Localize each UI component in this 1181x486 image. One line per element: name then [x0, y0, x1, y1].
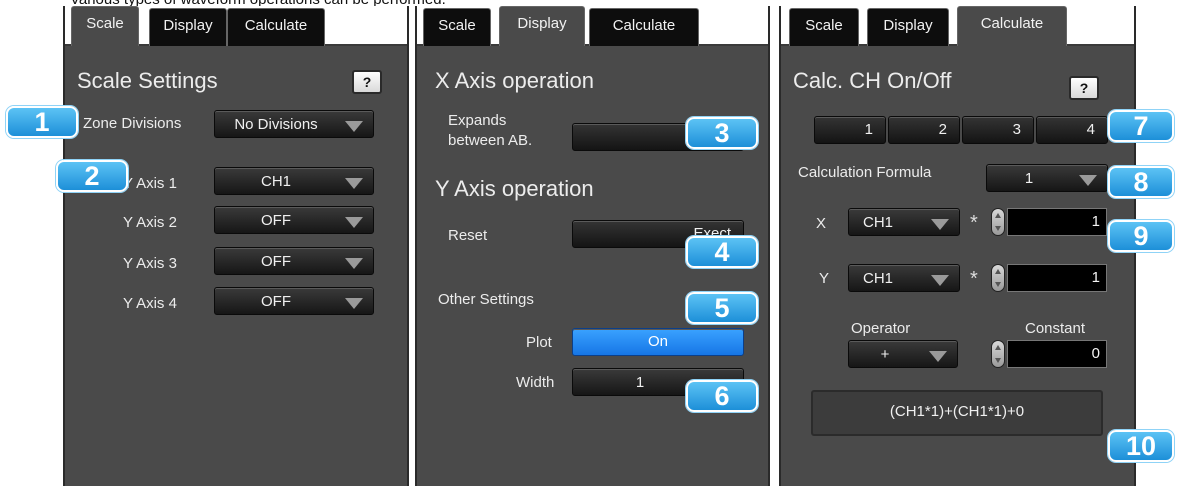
tab-display[interactable]: Display [499, 6, 585, 46]
tab-scale[interactable]: Scale [423, 8, 491, 46]
reset-label: Reset [448, 227, 488, 244]
callout-badge-2: 2 [56, 160, 128, 192]
dropdown-value: CH1 [863, 214, 894, 231]
formula-dropdown[interactable]: 1 [986, 164, 1108, 192]
callout-badge-3: 3 [686, 117, 758, 149]
callout-badge-9: 9 [1108, 220, 1174, 252]
dropdown-value: No Divisions [234, 116, 318, 133]
chevron-down-icon [929, 351, 947, 362]
operator-dropdown[interactable]: + [848, 340, 958, 368]
multiply-icon: * [970, 212, 978, 234]
chevron-down-icon [1079, 175, 1097, 186]
tab-calculate[interactable]: Calculate [957, 6, 1067, 46]
other-settings-label: Other Settings [438, 291, 534, 308]
tab-scale[interactable]: Scale [71, 6, 139, 46]
tab-display[interactable]: Display [149, 8, 227, 46]
y-axis-2-dropdown[interactable]: OFF [214, 206, 374, 234]
tab-display[interactable]: Display [867, 8, 949, 46]
plot-label: Plot [526, 334, 552, 351]
chevron-down-icon [931, 275, 949, 286]
constant-field[interactable]: 0 [1007, 340, 1107, 368]
y-axis-1-label: Y Axis 1 [123, 175, 177, 192]
tab-calculate[interactable]: Calculate [589, 8, 699, 46]
help-button[interactable]: ? [1069, 76, 1099, 100]
x-label: X [816, 215, 827, 232]
expands-label: Expands [448, 112, 507, 129]
y-axis-3-dropdown[interactable]: OFF [214, 247, 374, 275]
chevron-down-icon [345, 298, 363, 309]
dropdown-value: CH1 [863, 270, 894, 287]
x-axis-title: X Axis operation [435, 68, 594, 93]
y-axis-2-label: Y Axis 2 [123, 214, 177, 231]
operator-label: Operator [851, 320, 911, 337]
callout-badge-4: 4 [686, 236, 758, 268]
chevron-down-icon [345, 217, 363, 228]
channel-3-button[interactable]: 3 [962, 116, 1034, 144]
y-channel-dropdown[interactable]: CH1 [848, 264, 960, 292]
chevron-down-icon [345, 178, 363, 189]
y-factor-field[interactable]: 1 [1007, 264, 1107, 292]
help-button[interactable]: ? [352, 70, 382, 94]
y-axis-4-label: Y Axis 4 [123, 295, 177, 312]
tab-calculate[interactable]: Calculate [227, 8, 325, 46]
chevron-down-icon [345, 121, 363, 132]
y-label: Y [819, 270, 830, 287]
channel-4-button[interactable]: 4 [1036, 116, 1108, 144]
y-axis-4-dropdown[interactable]: OFF [214, 287, 374, 315]
calculate-panel: Scale Display Calculate Calc. CH On/Off … [779, 6, 1136, 486]
formula-label: Calculation Formula [798, 164, 932, 181]
x-factor-field[interactable]: 1 [1007, 208, 1107, 236]
dropdown-value: OFF [261, 212, 291, 229]
callout-badge-1: 1 [6, 106, 78, 138]
callout-badge-6: 6 [686, 380, 758, 412]
zone-divisions-label: Zone Divisions [83, 115, 182, 132]
constant-stepper[interactable] [991, 340, 1005, 368]
dropdown-value: + [880, 346, 890, 363]
dropdown-value: OFF [261, 253, 291, 270]
callout-badge-8: 8 [1108, 166, 1174, 198]
channel-2-button[interactable]: 2 [888, 116, 960, 144]
tab-scale[interactable]: Scale [789, 8, 859, 46]
y-axis-3-label: Y Axis 3 [123, 255, 177, 272]
scale-panel: Scale Display Calculate Scale Settings ?… [63, 6, 409, 486]
constant-label: Constant [1025, 320, 1086, 337]
chevron-down-icon [345, 258, 363, 269]
callout-badge-5: 5 [686, 292, 758, 324]
multiply-icon: * [970, 268, 978, 290]
formula-display: (CH1*1)+(CH1*1)+0 [811, 390, 1103, 436]
dropdown-value: OFF [261, 293, 291, 310]
y-factor-stepper[interactable] [991, 264, 1005, 292]
x-channel-dropdown[interactable]: CH1 [848, 208, 960, 236]
callout-badge-7: 7 [1108, 110, 1174, 142]
y-axis-1-dropdown[interactable]: CH1 [214, 167, 374, 195]
dropdown-value: 1 [1024, 170, 1034, 187]
channel-1-button[interactable]: 1 [814, 116, 886, 144]
panel-title: Calc. CH On/Off [793, 68, 952, 93]
width-label: Width [516, 374, 555, 391]
plot-toggle[interactable]: On [572, 328, 744, 356]
zone-divisions-dropdown[interactable]: No Divisions [214, 110, 374, 138]
dropdown-value: CH1 [260, 173, 291, 190]
x-factor-stepper[interactable] [991, 208, 1005, 236]
y-axis-title: Y Axis operation [435, 176, 594, 201]
callout-badge-10: 10 [1108, 430, 1174, 462]
panel-title: Scale Settings [77, 68, 218, 93]
chevron-down-icon [931, 219, 949, 230]
expands-label-line2: between AB. [448, 132, 533, 149]
